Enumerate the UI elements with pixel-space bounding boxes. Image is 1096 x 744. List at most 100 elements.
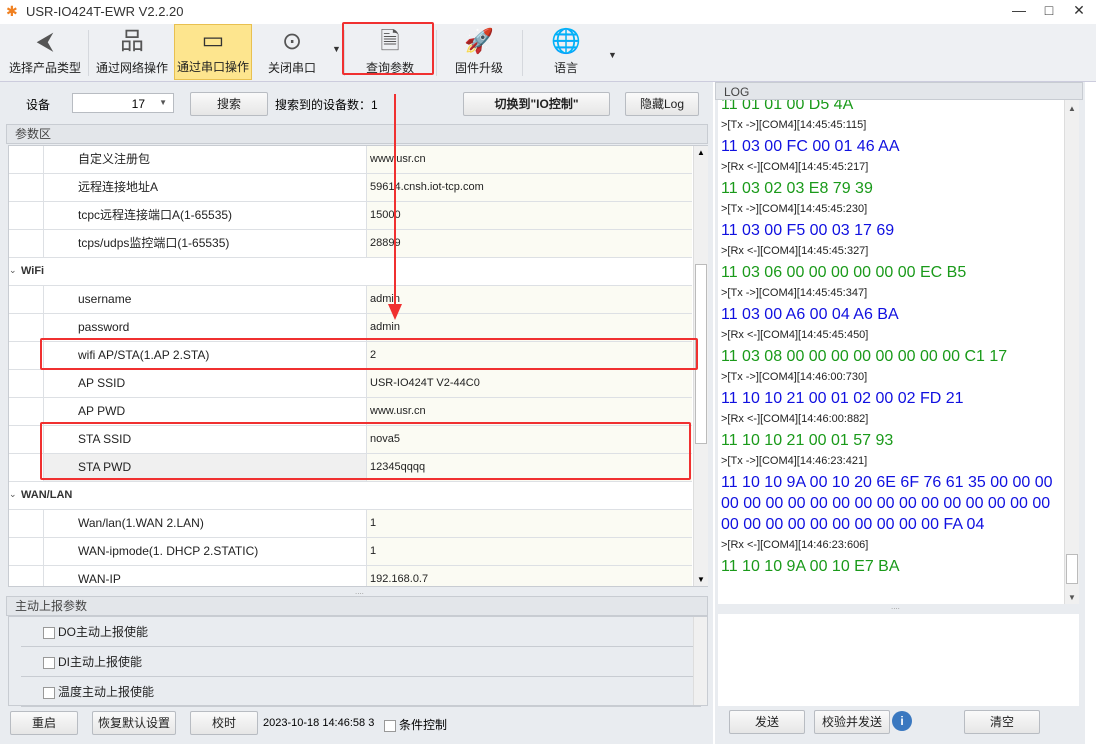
chevron-down-icon[interactable]: ▼	[332, 44, 341, 54]
query-params-button[interactable]: 🗎 查询参数	[350, 24, 430, 80]
log-output: 11 01 01 00 D5 4A >[Tx ->][COM4][14:45:45…	[718, 100, 1064, 604]
label: 选择产品类型	[8, 61, 81, 75]
log-meta-line: >[Tx ->][COM4][14:46:23:421]	[721, 455, 868, 467]
param-name: 自定义注册包	[43, 146, 366, 173]
report-section-header: 主动上报参数	[6, 596, 708, 616]
group-wanlan[interactable]: WAN/LAN ⌄	[9, 482, 692, 510]
toolbar: ⮜ 选择产品类型 品通过网络操作 ▭ 通过串口操作 ⊙ 关闭串口 ▼ 🗎 查询参数 🚀 固…	[0, 24, 1096, 82]
maximize-button[interactable]: □	[1036, 2, 1062, 22]
param-row[interactable]: AP SSID USR-IO424T V2-44C0	[9, 370, 692, 398]
checkbox[interactable]	[43, 686, 55, 699]
chevron-down-icon[interactable]: ⌄	[9, 265, 17, 276]
param-value[interactable]: 28899	[366, 230, 692, 257]
network-icon: 品	[120, 28, 144, 55]
firmware-upgrade-button[interactable]: 🚀 固件升级	[442, 24, 516, 80]
send-input[interactable]	[718, 614, 1079, 706]
info-icon[interactable]: i	[892, 711, 912, 731]
group-wifi[interactable]: WiFi ⌄	[9, 258, 692, 286]
param-row[interactable]: tcps/udps监控端口(1-65535) 28899	[9, 230, 692, 258]
param-row[interactable]: 自定义注册包 www.usr.cn	[9, 146, 692, 174]
sync-time-button[interactable]: 校时	[190, 711, 258, 735]
label: 语言	[553, 61, 578, 75]
language-button[interactable]: 🌐 语言	[530, 24, 602, 80]
param-value[interactable]: 15000	[366, 202, 692, 229]
param-row[interactable]: STA PWD 12345qqqq	[9, 454, 692, 482]
rocket-icon: 🚀	[464, 28, 494, 55]
check-pin-icon: ⊙	[281, 28, 303, 55]
log-meta-line: >[Rx <-][COM4][14:46:23:606]	[721, 539, 869, 551]
report-item-temp[interactable]: 温度主动上报使能	[21, 677, 701, 707]
log-tx-line: 11 03 00 F5 00 03 17 69	[721, 222, 895, 239]
label: 查询参数	[365, 61, 414, 75]
device-select[interactable]: 17 ▼	[72, 93, 174, 113]
param-value[interactable]: nova5	[366, 426, 692, 453]
label: 条件控制	[399, 718, 448, 732]
search-button[interactable]: 搜索	[190, 92, 268, 116]
label: 固件升级	[454, 61, 503, 75]
param-row[interactable]: username admin	[9, 286, 692, 314]
log-meta-line: >[Rx <-][COM4][14:45:45:327]	[721, 245, 869, 257]
log-meta-line: >[Tx ->][COM4][14:45:45:347]	[721, 287, 868, 299]
send-button[interactable]: 发送	[729, 710, 805, 734]
param-name: password	[43, 314, 366, 341]
param-value[interactable]: 12345qqqq	[366, 454, 692, 481]
label: 通过串口操作	[176, 60, 249, 74]
param-row[interactable]: wifi AP/STA(1.AP 2.STA) 2	[9, 342, 692, 370]
param-row[interactable]: tcpc远程连接端口A(1-65535) 15000	[9, 202, 692, 230]
log-rx-line: 11 03 06 00 00 00 00 00 00 EC B5	[721, 264, 967, 281]
log-scrollbar[interactable]: ▲ ▼	[1064, 100, 1079, 604]
verify-send-button[interactable]: 校验并发送	[814, 710, 890, 734]
param-row[interactable]: WAN-ipmode(1. DHCP 2.STATIC) 1	[9, 538, 692, 566]
serial-operation-button[interactable]: ▭ 通过串口操作	[174, 24, 252, 80]
param-value[interactable]: USR-IO424T V2-44C0	[366, 370, 692, 397]
title-bar: ✱ USR-IO424T-EWR V2.2.20 — □ ✕	[0, 0, 1096, 24]
condition-control-checkbox[interactable]: 条件控制	[384, 716, 447, 733]
param-value[interactable]: www.usr.cn	[366, 146, 692, 173]
param-name: tcpc远程连接端口A(1-65535)	[43, 202, 366, 229]
chevron-down-icon[interactable]: ▼	[608, 50, 617, 60]
param-value[interactable]: 2	[366, 342, 692, 369]
group-label: WiFi	[21, 265, 45, 277]
param-row[interactable]: 远程连接地址A 59614.cnsh.iot-tcp.com	[9, 174, 692, 202]
log-rx-line: 11 03 02 03 E8 79 39	[721, 180, 873, 197]
select-product-button[interactable]: ⮜ 选择产品类型	[4, 24, 86, 80]
network-operation-button[interactable]: 品通过网络操作	[92, 24, 172, 80]
close-serial-button[interactable]: ⊙ 关闭串口	[258, 24, 326, 80]
param-value[interactable]: admin	[366, 286, 692, 313]
param-value[interactable]: 1	[366, 538, 692, 565]
param-value[interactable]: www.usr.cn	[366, 398, 692, 425]
minimize-button[interactable]: —	[1006, 2, 1032, 22]
log-tx-line: 11 10 10 21 00 01 02 00 02 FD 21	[721, 390, 964, 407]
log-meta-line: >[Rx <-][COM4][14:45:45:450]	[721, 329, 869, 341]
param-value[interactable]: 192.168.0.7	[366, 566, 692, 586]
clear-button[interactable]: 清空	[964, 710, 1040, 734]
report-item-do[interactable]: DO主动上报使能	[21, 617, 701, 647]
param-value[interactable]: 1	[366, 510, 692, 537]
param-row[interactable]: Wan/lan(1.WAN 2.LAN) 1	[9, 510, 692, 538]
restart-button[interactable]: 重启	[10, 711, 78, 735]
restore-defaults-button[interactable]: 恢复默认设置	[92, 711, 176, 735]
param-row[interactable]: WAN-IP 192.168.0.7	[9, 566, 692, 586]
checkbox[interactable]	[43, 626, 55, 639]
device-label: 设备	[26, 98, 51, 112]
param-row[interactable]: AP PWD www.usr.cn	[9, 398, 692, 426]
hide-log-button[interactable]: 隐藏Log	[625, 92, 699, 116]
report-scrollbar[interactable]	[693, 617, 707, 705]
close-button[interactable]: ✕	[1066, 2, 1092, 22]
log-meta-line: >[Tx ->][COM4][14:46:00:730]	[721, 371, 868, 383]
log-rx-line: 11 01 01 00 D5 4A	[721, 100, 854, 113]
checkbox[interactable]	[43, 656, 55, 669]
log-tx-line: 11 03 00 FC 00 01 46 AA	[721, 138, 900, 155]
param-row[interactable]: STA SSID nova5	[9, 426, 692, 454]
param-name: WAN-IP	[43, 566, 366, 586]
switch-io-control-button[interactable]: 切换到"IO控制"	[463, 92, 610, 116]
param-name: tcps/udps监控端口(1-65535)	[43, 230, 366, 257]
param-name: wifi AP/STA(1.AP 2.STA)	[43, 342, 366, 369]
report-item-di[interactable]: DI主动上报使能	[21, 647, 701, 677]
params-scrollbar[interactable]: ▲ ▼	[693, 146, 708, 586]
chevron-down-icon[interactable]: ⌄	[9, 489, 17, 500]
param-row[interactable]: password admin	[9, 314, 692, 342]
checkbox[interactable]	[384, 719, 396, 732]
param-value[interactable]: 59614.cnsh.iot-tcp.com	[366, 174, 692, 201]
param-value[interactable]: admin	[366, 314, 692, 341]
